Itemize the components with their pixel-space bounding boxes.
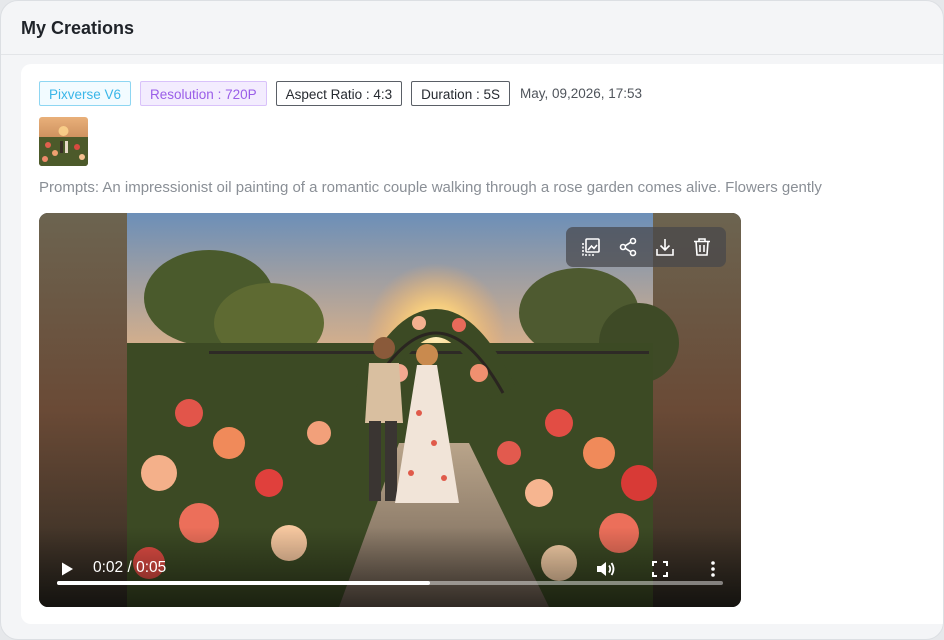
image-select-icon[interactable] xyxy=(576,232,606,262)
panel-title: My Creations xyxy=(21,18,135,38)
video-time: 0:02 / 0:05 xyxy=(93,559,167,576)
title-divider xyxy=(1,54,943,55)
volume-icon[interactable] xyxy=(595,559,617,579)
fullscreen-icon[interactable] xyxy=(651,560,669,578)
trash-icon[interactable] xyxy=(687,232,717,262)
prompt-text: Prompts: An impressionist oil painting o… xyxy=(39,179,822,196)
more-vertical-icon[interactable] xyxy=(707,559,719,579)
video-progress-bar[interactable] xyxy=(57,581,723,585)
creations-panel: My Creations Pixverse V6 Resolution : 72… xyxy=(0,0,944,640)
video-controls: 0:02 / 0:05 xyxy=(39,527,741,607)
resolution-tag: Resolution : 720P xyxy=(140,81,267,106)
share-icon[interactable] xyxy=(613,232,643,262)
video-progress-fill xyxy=(57,581,430,585)
download-icon[interactable] xyxy=(650,232,680,262)
video-action-toolbar xyxy=(566,227,726,267)
duration-tag: Duration : 5S xyxy=(411,81,510,106)
creation-card: Pixverse V6 Resolution : 720P Aspect Rat… xyxy=(21,64,943,624)
tag-row: Pixverse V6 Resolution : 720P Aspect Rat… xyxy=(39,81,642,106)
play-icon[interactable] xyxy=(59,561,75,577)
model-tag: Pixverse V6 xyxy=(39,81,132,106)
source-image-thumbnail[interactable] xyxy=(39,117,88,166)
creation-date: May, 09,2026, 17:53 xyxy=(519,86,643,101)
video-player[interactable]: 0:02 / 0:05 xyxy=(39,213,741,607)
aspect-ratio-tag: Aspect Ratio : 4:3 xyxy=(275,81,403,106)
